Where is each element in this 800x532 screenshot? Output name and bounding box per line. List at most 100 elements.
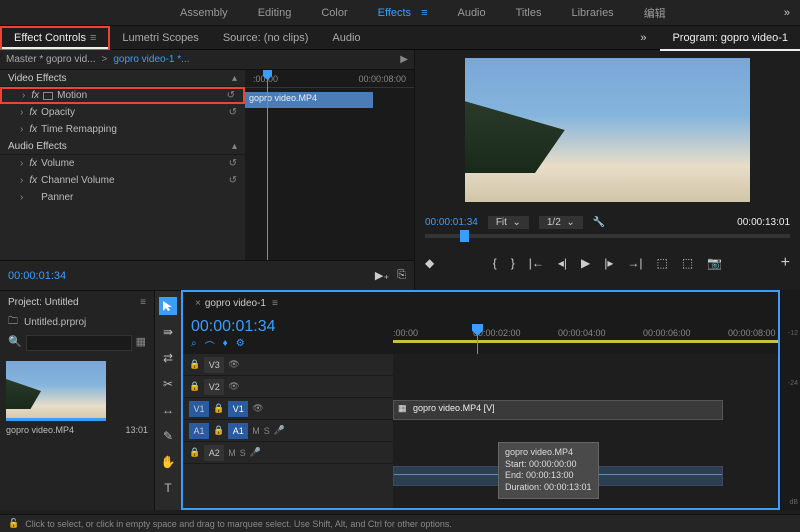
audio-effects-header[interactable]: Audio Effects ▴ xyxy=(0,138,245,155)
zoom-select[interactable]: Fit ⌄ xyxy=(488,216,529,229)
search-input[interactable] xyxy=(26,335,132,351)
expand-icon[interactable]: › xyxy=(20,107,23,118)
mark-out-icon[interactable]: } xyxy=(511,256,515,270)
panel-menu-icon[interactable]: ≡ xyxy=(272,298,278,309)
playhead[interactable] xyxy=(267,70,268,260)
overflow-icon[interactable]: » xyxy=(784,7,790,19)
volume-effect[interactable]: › fx Volume ↺ xyxy=(0,155,245,172)
channel-volume-effect[interactable]: › fx Channel Volume ↺ xyxy=(0,172,245,189)
lock-icon[interactable]: 🔒 xyxy=(189,359,200,370)
export-frame-icon[interactable]: ⎘ xyxy=(397,269,406,282)
lock-icon[interactable]: 🔒 xyxy=(213,403,224,414)
sequence-name[interactable]: gopro video-1 xyxy=(205,298,266,309)
tab-libraries[interactable]: Libraries xyxy=(572,7,614,19)
tab-assembly[interactable]: Assembly xyxy=(180,7,228,19)
collapse-icon[interactable]: ▴ xyxy=(232,73,237,84)
reset-icon[interactable]: ↺ xyxy=(227,90,235,101)
source-tab[interactable]: Source: (no clips) xyxy=(211,26,321,50)
time-remapping-effect[interactable]: › fx Time Remapping xyxy=(0,121,245,138)
track-lanes[interactable]: ▦ gopro video.MP4 [V] gopro video.MP4 St… xyxy=(393,354,778,508)
tab-audio[interactable]: Audio xyxy=(457,7,485,19)
track-header-v3[interactable]: 🔒 V3 👁 xyxy=(183,354,393,376)
track-header-v2[interactable]: 🔒 V2 👁 xyxy=(183,376,393,398)
mark-in-icon[interactable]: { xyxy=(493,256,497,270)
tab-effects[interactable]: Effects xyxy=(378,7,411,19)
go-to-out-icon[interactable]: →| xyxy=(627,256,642,270)
track-header-a1[interactable]: A1 🔒 A1 M S 🎤 xyxy=(183,420,393,442)
track-header-v1[interactable]: V1 🔒 V1 👁 xyxy=(183,398,393,420)
lock-icon[interactable]: 🔒 xyxy=(189,447,200,458)
extract-icon[interactable]: ⬚ xyxy=(682,256,693,270)
motion-effect[interactable]: › fx Motion ↺ xyxy=(0,87,245,104)
eye-icon[interactable]: 👁 xyxy=(228,359,239,370)
collapse-icon[interactable]: ▴ xyxy=(232,141,237,152)
sequence-clip-link[interactable]: gopro video-1 *... xyxy=(113,54,189,65)
track-target-a2[interactable]: A2 xyxy=(204,445,224,461)
tab-titles[interactable]: Titles xyxy=(516,7,542,19)
voiceover-icon[interactable]: 🎤 xyxy=(250,447,261,458)
overflow-icon[interactable]: » xyxy=(640,32,646,44)
solo-button[interactable]: S xyxy=(264,426,270,436)
timeline-timecode[interactable]: 00:00:01:34 xyxy=(191,318,385,336)
linked-selection-icon[interactable]: ⌒ xyxy=(205,338,215,353)
track-target-v1[interactable]: V1 xyxy=(228,401,248,417)
eye-icon[interactable]: 👁 xyxy=(228,381,239,392)
expand-icon[interactable]: › xyxy=(20,158,23,169)
eye-icon[interactable]: 👁 xyxy=(252,403,263,414)
step-forward-icon[interactable]: |▸ xyxy=(604,256,613,270)
opacity-effect[interactable]: › fx Opacity ↺ xyxy=(0,104,245,121)
panel-menu-icon[interactable]: ≡ xyxy=(140,297,146,308)
time-ruler[interactable]: :00:00 00:00:02:00 00:00:04:00 00:00:06:… xyxy=(393,314,778,354)
panner-effect[interactable]: › fx Panner xyxy=(0,189,245,206)
reset-icon[interactable]: ↺ xyxy=(229,107,237,118)
marker-icon[interactable]: ♦ xyxy=(223,338,228,353)
marker-icon[interactable]: ◆ xyxy=(425,256,434,270)
source-patch-a1[interactable]: A1 xyxy=(189,423,209,439)
program-scrubber[interactable] xyxy=(415,234,800,250)
export-frame-icon[interactable]: 📷 xyxy=(707,256,722,270)
solo-button[interactable]: S xyxy=(240,448,246,458)
panel-menu-icon[interactable]: ≡ xyxy=(90,32,96,44)
reset-icon[interactable]: ↺ xyxy=(229,175,237,186)
close-tab-icon[interactable]: × xyxy=(195,298,201,309)
tab-editing[interactable]: Editing xyxy=(258,7,292,19)
clip-thumbnail[interactable] xyxy=(6,361,106,421)
expand-icon[interactable]: › xyxy=(20,192,23,203)
expand-icon[interactable]: › xyxy=(20,175,23,186)
program-timecode[interactable]: 00:00:01:34 xyxy=(425,217,478,228)
search-icon[interactable]: 🔍 xyxy=(8,335,22,351)
razor-tool[interactable]: ✂ xyxy=(159,375,177,393)
effect-controls-tab[interactable]: Effect Controls ≡ xyxy=(0,26,110,50)
track-target-a1[interactable]: A1 xyxy=(228,423,248,439)
snap-icon[interactable]: ⌕ xyxy=(191,338,197,353)
track-target-v2[interactable]: V2 xyxy=(204,379,224,395)
lock-icon[interactable]: 🔒 xyxy=(213,425,224,436)
bin-icon[interactable]: 🗀 xyxy=(8,314,18,331)
reset-icon[interactable]: ↺ xyxy=(229,158,237,169)
hand-tool[interactable]: ✋ xyxy=(159,453,177,471)
lift-icon[interactable]: ⬚ xyxy=(657,256,668,270)
mute-button[interactable]: M xyxy=(228,448,236,458)
pen-tool[interactable]: ✎ xyxy=(159,427,177,445)
step-back-icon[interactable]: ◂| xyxy=(558,256,567,270)
expand-icon[interactable]: › xyxy=(20,124,23,135)
slip-tool[interactable]: ↔ xyxy=(159,401,177,419)
lock-icon[interactable]: 🔒 xyxy=(189,381,200,392)
work-area-bar[interactable] xyxy=(393,340,778,343)
scrubber-handle[interactable] xyxy=(460,230,469,242)
hamburger-icon[interactable]: ≡ xyxy=(421,7,427,19)
loop-icon[interactable]: ▶₊ xyxy=(375,269,389,282)
mute-button[interactable]: M xyxy=(252,426,260,436)
type-tool[interactable]: T xyxy=(159,479,177,497)
selection-tool[interactable] xyxy=(159,297,177,315)
program-view[interactable] xyxy=(415,50,800,210)
video-clip[interactable]: ▦ gopro video.MP4 [V] xyxy=(393,400,723,420)
audio-mixer-tab[interactable]: Audio xyxy=(320,26,372,50)
play-button[interactable]: ▶ xyxy=(581,256,590,270)
settings-icon[interactable]: ⚙ xyxy=(236,338,245,353)
filter-icon[interactable]: ▦ xyxy=(136,335,146,351)
effect-controls-timecode[interactable]: 00:00:01:34 xyxy=(8,270,66,282)
tab-color[interactable]: Color xyxy=(321,7,347,19)
program-panel-tab[interactable]: Program: gopro video-1 xyxy=(660,26,800,50)
expand-icon[interactable]: › xyxy=(22,90,25,101)
